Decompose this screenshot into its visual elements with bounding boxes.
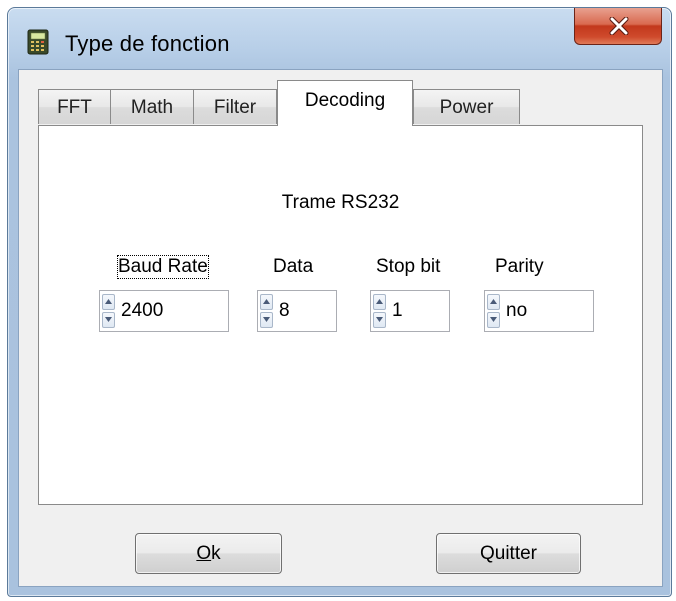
tab-label: Power <box>439 97 494 118</box>
tab-label: Filter <box>213 97 257 118</box>
stop-bit-spinner[interactable]: 1 <box>370 290 450 332</box>
data-bits-value[interactable]: 8 <box>279 300 290 322</box>
spin-up-button[interactable] <box>102 294 115 310</box>
baud-rate-value[interactable]: 2400 <box>121 300 163 322</box>
quit-button[interactable]: Quitter <box>436 533 581 574</box>
calculator-icon <box>27 29 49 55</box>
arrow-down-icon <box>490 317 497 322</box>
spin-up-button[interactable] <box>260 294 273 310</box>
spin-down-button[interactable] <box>373 312 386 328</box>
close-x-icon <box>609 17 629 35</box>
spinner-arrows[interactable] <box>373 294 386 328</box>
arrow-up-icon <box>263 299 270 304</box>
tab-filter[interactable]: Filter <box>193 89 277 124</box>
arrow-down-icon <box>263 317 270 322</box>
data-label: Data <box>273 256 314 277</box>
arrow-up-icon <box>376 299 383 304</box>
decoding-tab-panel: Trame RS232 Baud Rate Data Stop bit Pari… <box>38 125 643 505</box>
tab-label: Math <box>130 97 174 118</box>
spinner-arrows[interactable] <box>260 294 273 328</box>
close-button[interactable] <box>574 8 662 45</box>
tab-label: FFT <box>57 97 92 118</box>
ok-button[interactable]: Ok <box>135 533 282 574</box>
window-title: Type de fonction <box>65 31 230 56</box>
spin-down-button[interactable] <box>260 312 273 328</box>
arrow-down-icon <box>105 317 112 322</box>
tab-math[interactable]: Math <box>110 89 194 124</box>
dialog-window: Type de fonction FFT Math Filter Decodin… <box>7 7 672 597</box>
baud-rate-label: Baud Rate <box>117 255 209 279</box>
spin-up-button[interactable] <box>373 294 386 310</box>
dialog-client-area: FFT Math Filter Decoding Power Trame RS2… <box>18 69 663 587</box>
spin-up-button[interactable] <box>487 294 500 310</box>
spin-down-button[interactable] <box>102 312 115 328</box>
stop-bit-label: Stop bit <box>376 256 441 277</box>
tab-power[interactable]: Power <box>413 89 520 124</box>
title-bar[interactable]: Type de fonction <box>8 8 671 68</box>
panel-title: Trame RS232 <box>281 192 400 213</box>
spinner-arrows[interactable] <box>487 294 500 328</box>
stop-bit-value[interactable]: 1 <box>392 300 403 322</box>
parity-label: Parity <box>495 256 544 277</box>
arrow-up-icon <box>490 299 497 304</box>
parity-value[interactable]: no <box>506 300 527 322</box>
spin-down-button[interactable] <box>487 312 500 328</box>
tab-decoding[interactable]: Decoding <box>277 80 413 126</box>
arrow-up-icon <box>105 299 112 304</box>
baud-rate-spinner[interactable]: 2400 <box>99 290 229 332</box>
tab-fft[interactable]: FFT <box>38 89 111 124</box>
parity-spinner[interactable]: no <box>484 290 594 332</box>
spinner-arrows[interactable] <box>102 294 115 328</box>
tab-label: Decoding <box>304 90 386 111</box>
arrow-down-icon <box>376 317 383 322</box>
data-bits-spinner[interactable]: 8 <box>257 290 337 332</box>
